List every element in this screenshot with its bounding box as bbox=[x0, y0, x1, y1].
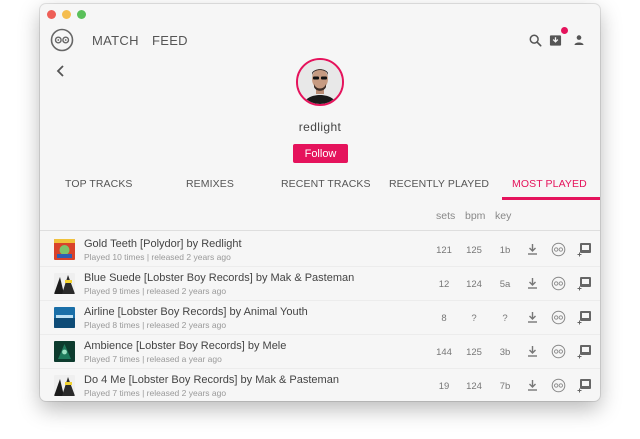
add-to-crate-icon bbox=[577, 344, 591, 358]
back-arrow-icon[interactable] bbox=[54, 64, 68, 78]
track-key: 3b bbox=[499, 347, 511, 358]
match-icon bbox=[551, 378, 565, 392]
track-row[interactable]: Ambience [Lobster Boy Records] by Mele P… bbox=[40, 335, 600, 369]
track-row[interactable]: Blue Suede [Lobster Boy Records] by Mak … bbox=[40, 267, 600, 301]
add-to-crate-button[interactable] bbox=[576, 343, 592, 359]
match-button[interactable] bbox=[550, 309, 566, 325]
match-icon bbox=[551, 242, 565, 256]
profile-menu-button[interactable] bbox=[568, 29, 590, 51]
album-art bbox=[54, 273, 75, 294]
track-sets: 12 bbox=[438, 279, 450, 290]
track-row[interactable]: Airline [Lobster Boy Records] by Animal … bbox=[40, 301, 600, 335]
download-button[interactable] bbox=[524, 241, 540, 257]
track-title[interactable]: Blue Suede [Lobster Boy Records] by Mak … bbox=[84, 272, 354, 284]
album-art bbox=[54, 375, 75, 396]
app-window: MATCH FEED redlight Follow TOP TRACKS RE… bbox=[40, 4, 600, 401]
match-button[interactable] bbox=[550, 241, 566, 257]
column-header-key[interactable]: key bbox=[495, 210, 511, 222]
match-icon bbox=[551, 310, 565, 324]
header-divider bbox=[40, 230, 600, 231]
track-key: ? bbox=[502, 313, 508, 324]
track-bpm: 124 bbox=[466, 279, 482, 290]
track-key: 1b bbox=[499, 245, 511, 256]
track-meta: Played 9 times | released 2 years ago bbox=[84, 286, 227, 296]
add-to-crate-icon bbox=[577, 378, 591, 392]
track-meta: Played 10 times | released 2 years ago bbox=[84, 252, 231, 262]
track-key: 7b bbox=[499, 381, 511, 392]
close-window-button[interactable] bbox=[47, 10, 56, 19]
track-meta: Played 7 times | released 2 years ago bbox=[84, 388, 227, 398]
nav-match[interactable]: MATCH bbox=[92, 33, 139, 48]
avatar bbox=[296, 58, 344, 106]
track-bpm: 125 bbox=[466, 347, 482, 358]
track-row[interactable]: Do 4 Me [Lobster Boy Records] by Mak & P… bbox=[40, 369, 600, 401]
track-title[interactable]: Ambience [Lobster Boy Records] by Mele bbox=[84, 340, 286, 352]
logo-icon[interactable] bbox=[50, 28, 74, 52]
match-button[interactable] bbox=[550, 275, 566, 291]
match-icon bbox=[551, 344, 565, 358]
tab-remixes[interactable]: REMIXES bbox=[186, 178, 234, 190]
track-title[interactable]: Do 4 Me [Lobster Boy Records] by Mak & P… bbox=[84, 374, 339, 386]
avatar-image bbox=[298, 60, 342, 104]
follow-button[interactable]: Follow bbox=[293, 144, 348, 163]
track-bpm: 124 bbox=[466, 381, 482, 392]
add-to-crate-icon bbox=[577, 276, 591, 290]
inbox-button[interactable] bbox=[544, 27, 568, 51]
track-key: 5a bbox=[499, 279, 511, 290]
add-to-crate-icon bbox=[577, 310, 591, 324]
match-button[interactable] bbox=[550, 343, 566, 359]
add-to-crate-button[interactable] bbox=[576, 275, 592, 291]
download-button[interactable] bbox=[524, 377, 540, 393]
column-header-bpm[interactable]: bpm bbox=[465, 210, 485, 222]
download-icon bbox=[527, 278, 537, 289]
user-icon bbox=[574, 35, 584, 45]
search-button[interactable] bbox=[524, 29, 546, 51]
track-bpm: ? bbox=[471, 313, 477, 324]
download-icon bbox=[527, 380, 537, 391]
download-button[interactable] bbox=[524, 343, 540, 359]
track-title[interactable]: Gold Teeth [Polydor] by Redlight bbox=[84, 238, 242, 250]
column-header-sets[interactable]: sets bbox=[436, 210, 455, 222]
top-navigation: MATCH FEED bbox=[40, 26, 600, 56]
download-button[interactable] bbox=[524, 309, 540, 325]
search-icon bbox=[529, 34, 542, 47]
track-bpm: 125 bbox=[466, 245, 482, 256]
track-sets: 121 bbox=[436, 245, 452, 256]
download-icon bbox=[527, 312, 537, 323]
album-art bbox=[54, 239, 75, 260]
track-sets: 8 bbox=[441, 313, 447, 324]
window-controls bbox=[47, 10, 86, 19]
zoom-window-button[interactable] bbox=[77, 10, 86, 19]
download-button[interactable] bbox=[524, 275, 540, 291]
tab-most-played[interactable]: MOST PLAYED bbox=[512, 178, 587, 190]
nav-feed[interactable]: FEED bbox=[152, 33, 188, 48]
tab-top-tracks[interactable]: TOP TRACKS bbox=[65, 178, 133, 190]
track-meta: Played 8 times | released 2 years ago bbox=[84, 320, 227, 330]
notification-badge bbox=[561, 27, 568, 34]
download-icon bbox=[527, 244, 537, 255]
username: redlight bbox=[298, 120, 342, 134]
tab-bar: TOP TRACKS REMIXES RECENT TRACKS RECENTL… bbox=[40, 174, 600, 204]
tab-recently-played[interactable]: RECENTLY PLAYED bbox=[389, 178, 489, 190]
album-art bbox=[54, 307, 75, 328]
album-art bbox=[54, 341, 75, 362]
inbox-icon bbox=[549, 34, 561, 46]
track-sets: 144 bbox=[436, 347, 452, 358]
track-sets: 19 bbox=[438, 381, 450, 392]
tab-recent-tracks[interactable]: RECENT TRACKS bbox=[281, 178, 371, 190]
download-icon bbox=[527, 346, 537, 357]
add-to-crate-button[interactable] bbox=[576, 309, 592, 325]
minimize-window-button[interactable] bbox=[62, 10, 71, 19]
add-to-crate-button[interactable] bbox=[576, 241, 592, 257]
match-button[interactable] bbox=[550, 377, 566, 393]
track-meta: Played 7 times | released a year ago bbox=[84, 354, 222, 364]
track-title[interactable]: Airline [Lobster Boy Records] by Animal … bbox=[84, 306, 308, 318]
add-to-crate-icon bbox=[577, 242, 591, 256]
track-row[interactable]: Gold Teeth [Polydor] by Redlight Played … bbox=[40, 233, 600, 267]
active-tab-indicator bbox=[502, 197, 600, 200]
add-to-crate-button[interactable] bbox=[576, 377, 592, 393]
match-icon bbox=[551, 276, 565, 290]
